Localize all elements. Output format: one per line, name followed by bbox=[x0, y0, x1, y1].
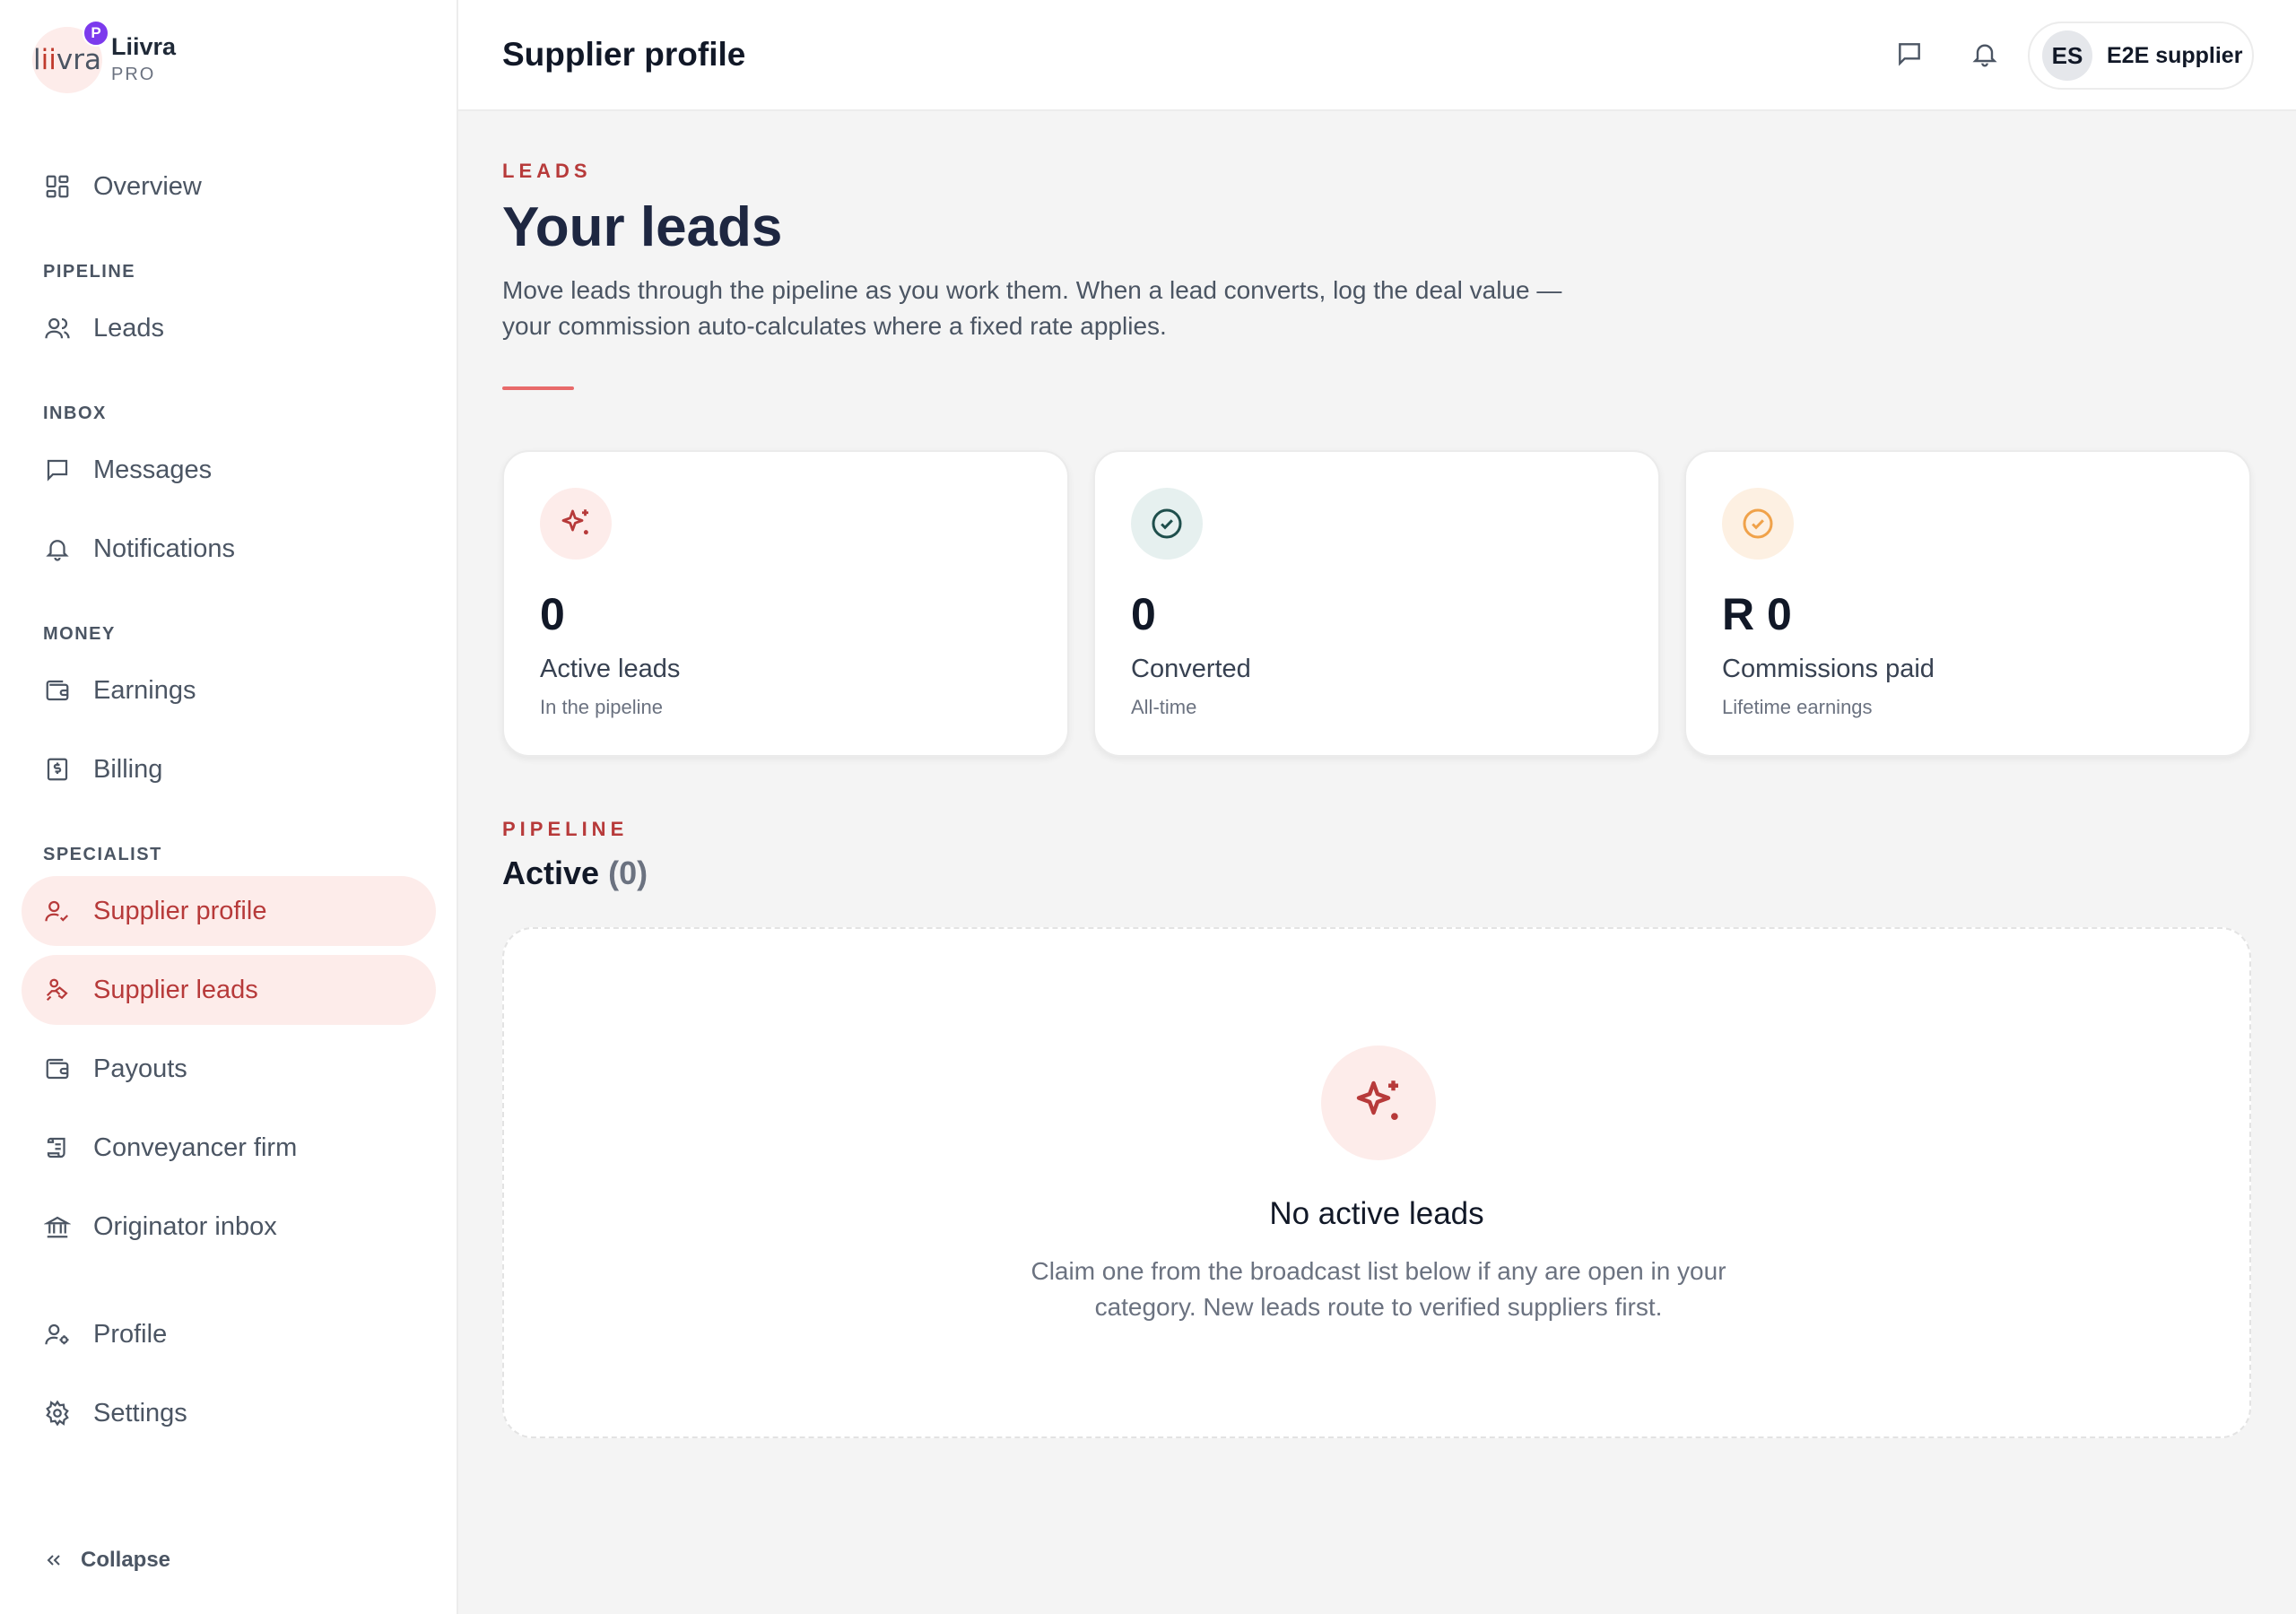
page-title: Supplier profile bbox=[502, 36, 746, 73]
bank-icon bbox=[43, 1212, 72, 1241]
sidebar: liivra P Liivra PRO Overview PIPELINE Le… bbox=[0, 0, 458, 1614]
stat-label: Active leads bbox=[540, 655, 681, 683]
user-name: E2E supplier bbox=[2107, 42, 2243, 68]
brand-tier: PRO bbox=[111, 65, 156, 84]
nav-section-specialist: SPECIALIST bbox=[43, 845, 162, 864]
sparkles-icon bbox=[540, 488, 612, 560]
check-circle-icon bbox=[1131, 488, 1203, 560]
bell-icon bbox=[1970, 39, 1999, 73]
sidebar-item-label: Supplier leads bbox=[93, 975, 258, 1004]
stat-value: 0 bbox=[540, 589, 565, 639]
chat-icon bbox=[43, 456, 72, 484]
sidebar-item-payouts[interactable]: Payouts bbox=[22, 1034, 436, 1104]
brand-logo-text: liivra bbox=[33, 44, 101, 76]
handshake-icon bbox=[43, 976, 72, 1004]
sidebar-item-label: Overview bbox=[93, 171, 202, 201]
chat-icon bbox=[1895, 39, 1924, 73]
empty-state-description: Claim one from the broadcast list below … bbox=[1031, 1257, 1726, 1321]
sidebar-item-supplier-profile[interactable]: Supplier profile bbox=[22, 876, 436, 946]
sidebar-item-label: Earnings bbox=[93, 675, 196, 705]
empty-state-panel: No active leads Claim one from the broad… bbox=[502, 927, 2251, 1438]
sidebar-item-label: Billing bbox=[93, 754, 163, 784]
sidebar-item-settings[interactable]: Settings bbox=[22, 1378, 436, 1448]
wallet-icon bbox=[43, 676, 72, 705]
messages-button[interactable] bbox=[1890, 36, 1929, 75]
topbar: Supplier profile ES E2E supplier bbox=[458, 0, 2296, 111]
stat-sublabel: In the pipeline bbox=[540, 696, 663, 718]
nav-section-money: MONEY bbox=[43, 624, 116, 644]
bell-icon bbox=[43, 534, 72, 563]
users-icon bbox=[43, 314, 72, 343]
stat-label: Converted bbox=[1131, 655, 1251, 683]
wallet-icon bbox=[43, 1054, 72, 1083]
scroll-icon bbox=[43, 1133, 72, 1162]
brand[interactable]: liivra P Liivra PRO bbox=[32, 20, 177, 93]
stat-card-commissions-paid: R 0 Commissions paid Lifetime earnings bbox=[1684, 450, 2251, 757]
sidebar-item-notifications[interactable]: Notifications bbox=[22, 514, 436, 584]
avatar: ES bbox=[2042, 30, 2092, 81]
user-cog-icon bbox=[43, 1320, 72, 1349]
divider bbox=[502, 386, 574, 390]
grid-icon bbox=[43, 172, 72, 201]
sidebar-item-overview[interactable]: Overview bbox=[22, 152, 436, 221]
nav-section-inbox: INBOX bbox=[43, 404, 107, 423]
stat-sublabel: Lifetime earnings bbox=[1722, 696, 1873, 718]
sidebar-item-label: Notifications bbox=[93, 534, 235, 563]
gear-icon bbox=[43, 1399, 72, 1427]
sidebar-item-leads[interactable]: Leads bbox=[22, 293, 436, 363]
sidebar-item-label: Supplier profile bbox=[93, 896, 267, 925]
empty-state-title: No active leads bbox=[1269, 1196, 1484, 1231]
hero-title: Your leads bbox=[502, 196, 783, 258]
stat-value: 0 bbox=[1131, 589, 1156, 639]
stat-value: R 0 bbox=[1722, 589, 1792, 639]
sidebar-item-label: Conveyancer firm bbox=[93, 1132, 298, 1162]
stat-label: Commissions paid bbox=[1722, 655, 1935, 683]
user-menu[interactable]: ES E2E supplier bbox=[2028, 22, 2254, 90]
brand-logo: liivra P bbox=[32, 20, 109, 93]
plan-badge: P bbox=[83, 20, 109, 47]
check-circle-icon bbox=[1722, 488, 1794, 560]
user-check-icon bbox=[43, 897, 72, 925]
notifications-button[interactable] bbox=[1965, 36, 2005, 75]
stat-sublabel: All-time bbox=[1131, 696, 1197, 718]
sidebar-item-label: Settings bbox=[93, 1398, 187, 1427]
sidebar-item-conveyancer-firm[interactable]: Conveyancer firm bbox=[22, 1113, 436, 1183]
sidebar-item-originator-inbox[interactable]: Originator inbox bbox=[22, 1192, 436, 1262]
stat-card-active-leads: 0 Active leads In the pipeline bbox=[502, 450, 1069, 757]
leads-eyebrow: LEADS bbox=[502, 160, 592, 182]
receipt-icon bbox=[43, 755, 72, 784]
section-title-active: Active (0) bbox=[502, 855, 648, 892]
sidebar-item-label: Leads bbox=[93, 313, 165, 343]
collapse-label: Collapse bbox=[81, 1548, 171, 1572]
sidebar-item-label: Payouts bbox=[93, 1054, 187, 1083]
sidebar-item-label: Messages bbox=[93, 455, 213, 484]
sidebar-item-messages[interactable]: Messages bbox=[22, 435, 436, 505]
chevrons-left-icon bbox=[43, 1549, 65, 1571]
sidebar-item-profile[interactable]: Profile bbox=[22, 1299, 436, 1369]
sidebar-item-label: Originator inbox bbox=[93, 1211, 277, 1241]
active-count: (0) bbox=[608, 855, 648, 891]
brand-name: Liivra bbox=[111, 33, 177, 60]
stat-card-converted: 0 Converted All-time bbox=[1093, 450, 1660, 757]
collapse-button[interactable]: Collapse bbox=[43, 1548, 170, 1573]
sidebar-item-label: Profile bbox=[93, 1319, 168, 1349]
sidebar-item-supplier-leads[interactable]: Supplier leads bbox=[22, 955, 436, 1025]
sparkles-icon bbox=[1321, 1046, 1436, 1160]
pipeline-eyebrow: PIPELINE bbox=[502, 818, 629, 840]
section-title-text: Active bbox=[502, 855, 600, 891]
sidebar-item-billing[interactable]: Billing bbox=[22, 734, 436, 804]
nav-section-pipeline: PIPELINE bbox=[43, 262, 136, 282]
sidebar-item-earnings[interactable]: Earnings bbox=[22, 655, 436, 725]
hero-description: Move leads through the pipeline as you w… bbox=[502, 276, 1562, 340]
